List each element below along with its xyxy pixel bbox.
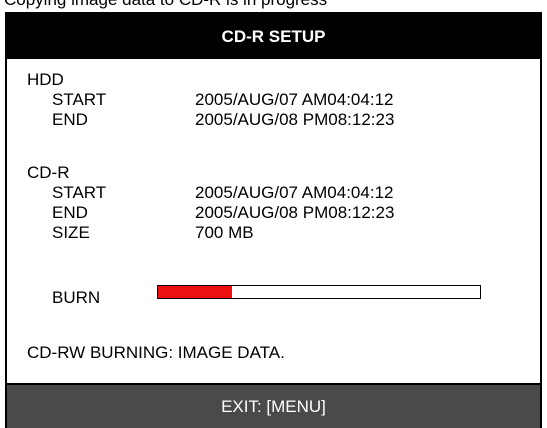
hdd-end-label: END — [52, 110, 88, 129]
hdd-start-value: 2005/AUG/07 AM04:04:12 — [195, 90, 394, 109]
burn-progress-fill — [158, 286, 233, 298]
cdr-end-label: END — [52, 203, 88, 222]
dialog-title: CD-R SETUP — [7, 14, 540, 59]
hdd-end-value: 2005/AUG/08 PM08:12:23 — [195, 110, 395, 129]
hdd-start-label: START — [52, 90, 107, 109]
cdr-heading: CD-R — [27, 163, 70, 182]
cdr-setup-screen: Copying image data to CD-R is in progres… — [0, 0, 547, 428]
cdr-start-label: START — [52, 183, 107, 202]
exit-menu-hint[interactable]: EXIT: [MENU] — [7, 385, 540, 428]
cdr-setup-dialog: CD-R SETUP HDD START 2005/AUG/07 AM04:04… — [5, 12, 542, 428]
cdr-size-label: SIZE — [52, 223, 90, 242]
cdr-start-value: 2005/AUG/07 AM04:04:12 — [195, 183, 394, 202]
burn-label: BURN — [52, 288, 101, 307]
burn-progress-bar — [157, 285, 481, 299]
hdd-heading: HDD — [27, 70, 64, 89]
cropped-caption: Copying image data to CD-R is in progres… — [0, 0, 547, 11]
dialog-body: HDD START 2005/AUG/07 AM04:04:12 END 200… — [7, 59, 540, 385]
burn-status-text: CD-RW BURNING: IMAGE DATA. — [27, 343, 285, 362]
cdr-end-value: 2005/AUG/08 PM08:12:23 — [195, 203, 395, 222]
cdr-size-value: 700 MB — [195, 223, 254, 242]
